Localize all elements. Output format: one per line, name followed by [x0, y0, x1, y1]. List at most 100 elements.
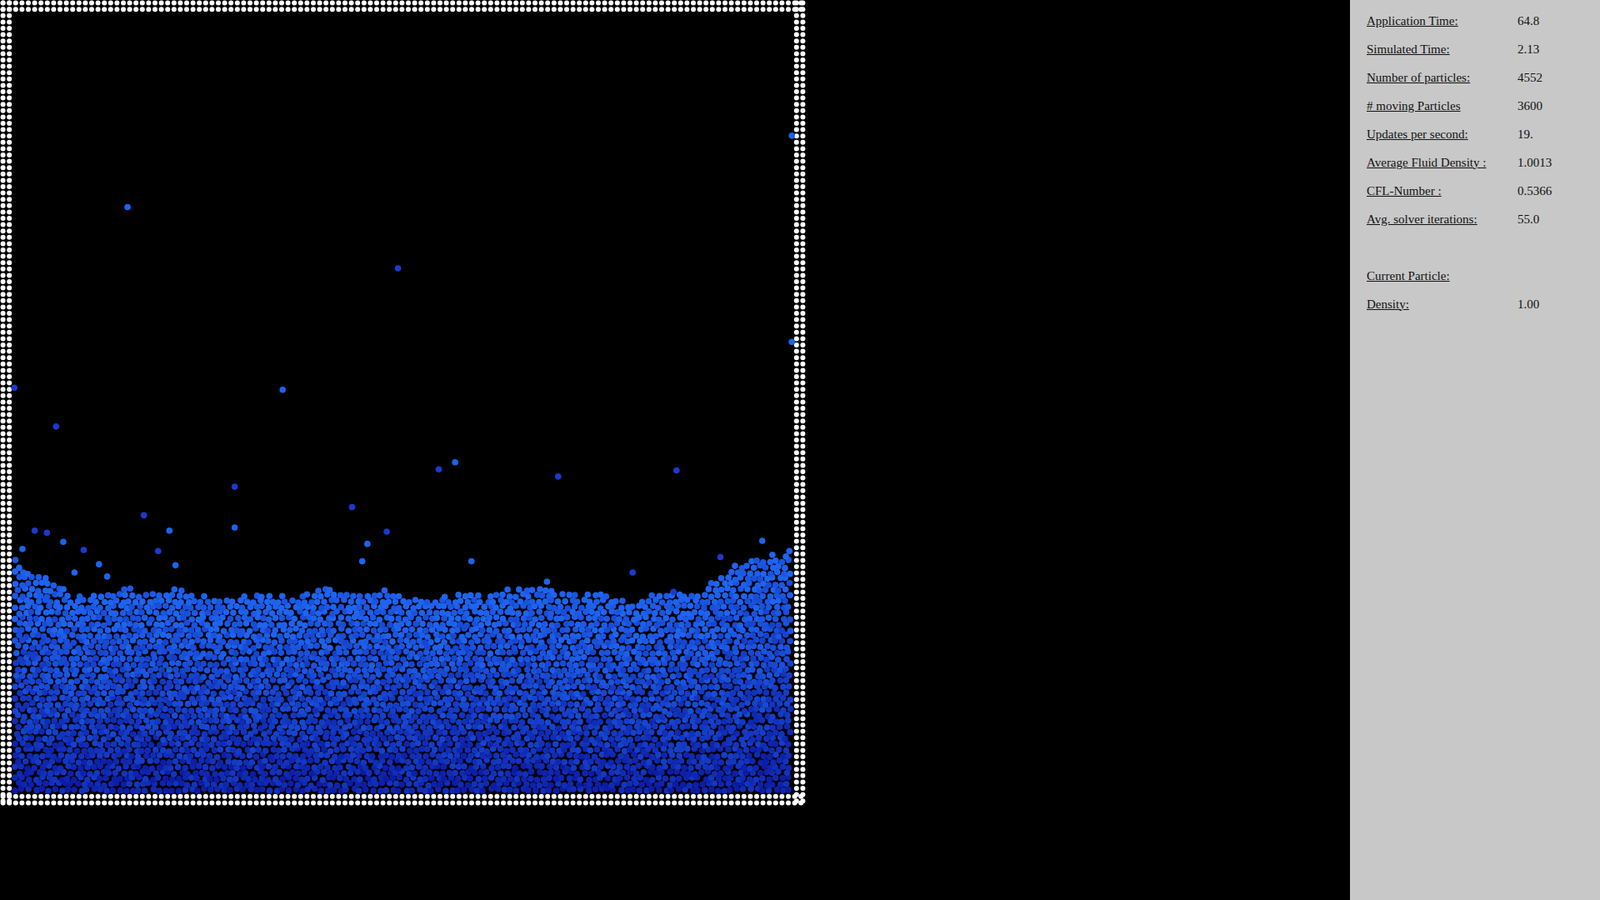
fluid-particle [467, 752, 475, 760]
boundary-particle [101, 794, 107, 800]
boundary-particle [425, 0, 430, 6]
fluid-particle [444, 758, 451, 765]
boundary-particle [38, 794, 44, 800]
boundary-particle [89, 794, 95, 800]
boundary-particle [272, 6, 278, 12]
boundary-particle [678, 800, 684, 805]
boundary-particle [0, 159, 6, 165]
fluid-particle [532, 787, 540, 795]
boundary-particle [665, 6, 671, 12]
fluid-particle [214, 754, 221, 761]
boundary-particle [794, 171, 800, 177]
boundary-particle [0, 114, 6, 120]
boundary-particle [794, 620, 800, 626]
boundary-particle [6, 64, 12, 70]
boundary-particle [800, 323, 805, 329]
fluid-particle [20, 780, 28, 788]
fluid-particle [184, 782, 191, 790]
boundary-particle [0, 260, 6, 265]
boundary-particle [794, 539, 800, 545]
fluid-particle [600, 759, 607, 766]
boundary-particle [570, 6, 576, 12]
boundary-particle [0, 235, 6, 240]
fluid-particle [70, 764, 78, 771]
boundary-particle [0, 589, 6, 595]
fluid-particle [749, 758, 756, 765]
fluid-particle [516, 770, 524, 777]
boundary-particle [703, 794, 709, 800]
boundary-particle [684, 800, 690, 805]
boundary-particle [6, 500, 12, 506]
boundary-particle [0, 0, 6, 6]
boundary-particle [0, 330, 6, 335]
simulation-canvas[interactable] [0, 0, 806, 806]
boundary-particle [6, 367, 12, 373]
boundary-particle [6, 330, 12, 335]
fluid-particle [575, 781, 583, 789]
boundary-particle [760, 800, 766, 805]
boundary-particle [6, 715, 12, 721]
boundary-particle [6, 425, 12, 430]
boundary-particle [6, 342, 12, 348]
fluid-particle [520, 762, 527, 770]
fluid-particle [162, 775, 170, 783]
fluid-particle [606, 748, 614, 755]
boundary-particle [539, 794, 545, 800]
fluid-particle [380, 770, 388, 778]
boundary-particle [0, 475, 6, 481]
boundary-particle [430, 6, 436, 12]
boundary-particle [615, 0, 620, 6]
boundary-particle [475, 800, 481, 805]
fluid-particle [153, 770, 160, 777]
fluid-particle [267, 754, 275, 761]
fluid-particle [726, 786, 734, 794]
fluid-particle [410, 770, 418, 778]
boundary-particle [6, 45, 12, 50]
fluid-particle [409, 753, 416, 760]
boundary-particle [6, 779, 12, 785]
boundary-particle [800, 539, 805, 545]
boundary-particle [222, 794, 228, 800]
boundary-particle [513, 794, 519, 800]
boundary-particle [794, 64, 800, 70]
fluid-particle [33, 753, 40, 760]
boundary-particle [82, 6, 88, 12]
boundary-particle [564, 0, 570, 6]
boundary-particle [418, 6, 424, 12]
fluid-particle [743, 746, 750, 754]
boundary-particle [0, 76, 6, 82]
boundary-particle [355, 0, 360, 6]
fluid-particle [581, 770, 589, 777]
fluid-particle [18, 752, 25, 760]
fluid-particle [403, 765, 410, 772]
boundary-particle [38, 0, 44, 6]
boundary-particle [715, 794, 721, 800]
boundary-particle [576, 800, 582, 805]
boundary-particle [532, 0, 538, 6]
fluid-particle [630, 785, 637, 793]
boundary-particle [0, 798, 6, 804]
boundary-particle [95, 800, 101, 805]
boundary-particle [6, 184, 12, 190]
boundary-particle [6, 57, 12, 63]
boundary-particle [6, 89, 12, 95]
boundary-particle [38, 800, 44, 805]
boundary-particle [794, 57, 800, 63]
boundary-particle [794, 260, 800, 265]
fluid-particle [203, 770, 210, 778]
boundary-particle [0, 779, 6, 785]
boundary-particle [794, 291, 800, 297]
boundary-particle [6, 95, 12, 101]
boundary-particle [794, 437, 800, 443]
boundary-particle [235, 6, 240, 12]
boundary-particle [425, 6, 430, 12]
boundary-particle [800, 285, 805, 291]
fluid-particle [608, 782, 615, 790]
boundary-particle [785, 794, 791, 800]
boundary-particle [488, 794, 494, 800]
boundary-particle [800, 70, 805, 75]
boundary-particle [159, 0, 165, 6]
boundary-particle [488, 0, 494, 6]
boundary-particle [6, 462, 12, 468]
fluid-particle [421, 765, 429, 772]
